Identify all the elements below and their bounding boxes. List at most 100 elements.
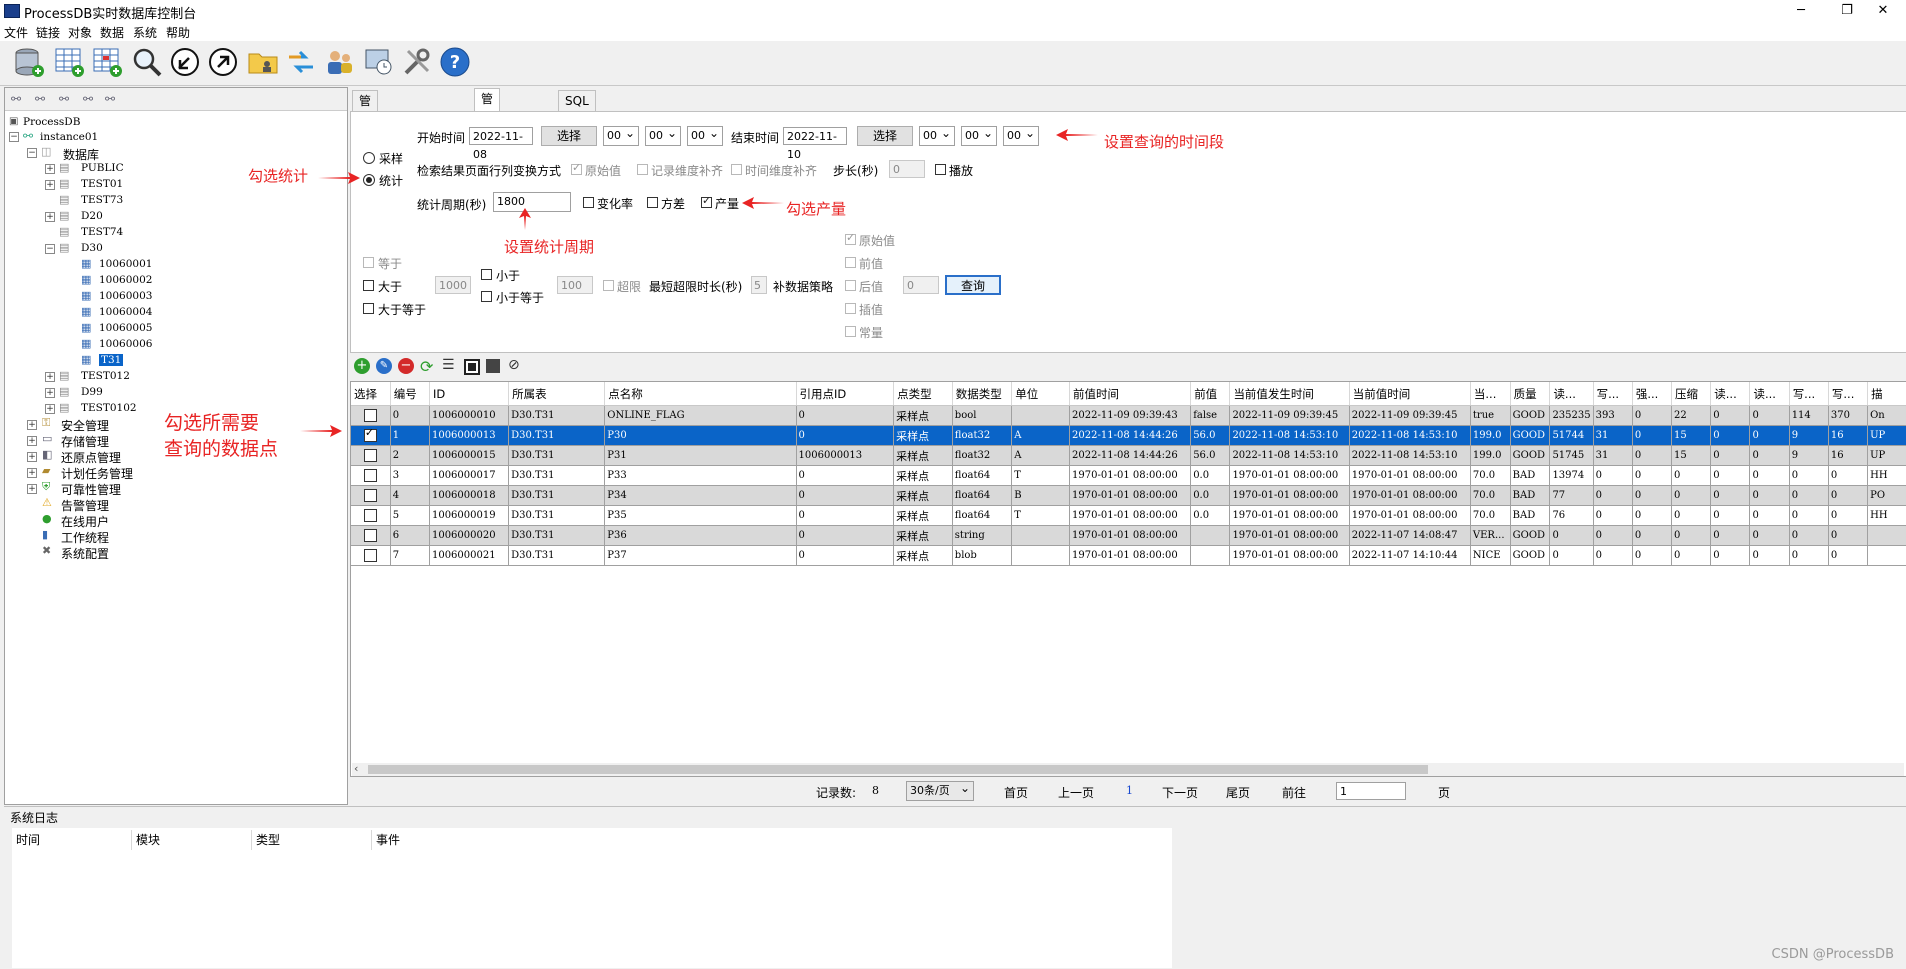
- tree-schema-test74[interactable]: TEST74: [81, 226, 123, 238]
- opt-raw-checkbox[interactable]: [571, 161, 582, 175]
- col-header[interactable]: 压缩: [1671, 382, 1712, 406]
- expand-toggle[interactable]: +: [27, 420, 37, 430]
- col-header[interactable]: 当前值发生时间: [1229, 382, 1350, 406]
- col-header[interactable]: 数据类型: [952, 382, 1013, 406]
- col-header[interactable]: 写...: [1789, 382, 1829, 406]
- last-page-link[interactable]: 尾页: [1226, 784, 1250, 801]
- goto-page-input[interactable]: 1: [1336, 782, 1406, 800]
- row-select-cell[interactable]: [351, 425, 391, 446]
- table-row[interactable]: 6 1006000020 D30.T31 P36 0 采样点 string 1970-01-0…: [351, 525, 1906, 546]
- col-header[interactable]: 单位: [1011, 382, 1071, 406]
- fill-raw-checkbox[interactable]: [845, 231, 856, 245]
- edit-row-icon[interactable]: ✎: [376, 358, 392, 374]
- tree-instance[interactable]: instance01: [40, 131, 98, 143]
- le-checkbox[interactable]: [481, 291, 492, 302]
- col-header[interactable]: 质量: [1510, 382, 1551, 406]
- output-checkbox[interactable]: [701, 194, 712, 208]
- tree-table[interactable]: 10060004: [99, 306, 152, 318]
- col-header[interactable]: 读...: [1710, 382, 1751, 406]
- start-second-select[interactable]: 00: [687, 124, 723, 146]
- help-icon[interactable]: ?: [438, 45, 472, 79]
- lt-input[interactable]: 100: [557, 276, 593, 294]
- tree-security[interactable]: 安全管理: [61, 417, 109, 434]
- menu-object[interactable]: 对象: [68, 24, 92, 41]
- col-header[interactable]: 写...: [1593, 382, 1633, 406]
- tree-table[interactable]: 10060003: [99, 290, 152, 302]
- folder-users-icon[interactable]: [246, 45, 280, 79]
- row-select-checkbox[interactable]: [363, 489, 377, 502]
- menu-system[interactable]: 系统: [133, 24, 157, 41]
- menu-file[interactable]: 文件: [4, 24, 28, 41]
- row-select-checkbox[interactable]: [363, 469, 377, 482]
- import-icon[interactable]: [168, 45, 202, 79]
- end-select-button[interactable]: 选择: [857, 126, 913, 146]
- col-header[interactable]: 选择: [351, 382, 391, 406]
- menu-link[interactable]: 链接: [36, 24, 60, 41]
- add-database-icon[interactable]: [12, 45, 46, 79]
- col-header[interactable]: 读...: [1749, 382, 1790, 406]
- scroll-thumb[interactable]: [368, 765, 1428, 774]
- period-input[interactable]: 1800: [493, 192, 571, 212]
- row-select-cell[interactable]: [351, 525, 391, 546]
- expand-toggle[interactable]: +: [27, 452, 37, 462]
- log-col-event[interactable]: 事件: [372, 830, 1172, 850]
- row-select-cell[interactable]: [351, 505, 391, 526]
- row-select-checkbox[interactable]: [363, 549, 377, 562]
- table-row[interactable]: 7 1006000021 D30.T31 P37 0 采样点 blob 1970-01-01 …: [351, 545, 1906, 566]
- row-select-checkbox[interactable]: [363, 409, 377, 422]
- start-select-button[interactable]: 选择: [541, 126, 597, 146]
- gt-input[interactable]: 1000: [435, 276, 471, 294]
- col-header[interactable]: 点名称: [604, 382, 797, 406]
- fill-next-input[interactable]: 0: [903, 276, 939, 294]
- row-select-checkbox[interactable]: [363, 449, 377, 462]
- expand-toggle[interactable]: +: [45, 212, 55, 222]
- export-grid-icon[interactable]: ⊘: [508, 357, 520, 373]
- start-hour-select[interactable]: 00: [603, 124, 639, 146]
- expand-toggle[interactable]: +: [45, 164, 55, 174]
- col-header[interactable]: 前值时间: [1069, 382, 1192, 406]
- first-page-link[interactable]: 首页: [1004, 784, 1028, 801]
- tools-icon[interactable]: [400, 45, 434, 79]
- export-icon[interactable]: [206, 45, 240, 79]
- tree-schema-d20[interactable]: D20: [81, 210, 103, 222]
- col-header[interactable]: 写...: [1828, 382, 1869, 406]
- table-row[interactable]: 0 1006000010 D30.T31 ONLINE_FLAG 0 采样点 bool 202…: [351, 405, 1906, 426]
- tree-table[interactable]: 10060005: [99, 322, 152, 334]
- tree-restore[interactable]: 还原点管理: [61, 449, 121, 466]
- tree-root[interactable]: ProcessDB: [23, 116, 80, 128]
- col-header[interactable]: ID: [429, 382, 510, 406]
- fill-prev-checkbox[interactable]: [845, 257, 856, 268]
- col-header[interactable]: 引用点ID: [796, 382, 895, 406]
- tree-table[interactable]: 10060006: [99, 338, 152, 350]
- refresh-icon[interactable]: ⟳: [420, 357, 433, 376]
- prev-page-link[interactable]: 上一页: [1058, 784, 1094, 801]
- fill-next-checkbox[interactable]: [845, 280, 856, 291]
- table-row[interactable]: 5 1006000019 D30.T31 P35 0 采样点 float64 T 1970-01…: [351, 505, 1906, 526]
- query-button[interactable]: 查询: [945, 275, 1001, 295]
- log-col-time[interactable]: 时间: [12, 830, 132, 850]
- col-header[interactable]: 描: [1867, 382, 1906, 406]
- tree-schedule[interactable]: 计划任务管理: [61, 465, 133, 482]
- expand-toggle[interactable]: +: [45, 372, 55, 382]
- end-hour-select[interactable]: 00: [919, 124, 955, 146]
- tree-schema-test73[interactable]: TEST73: [81, 194, 123, 206]
- tree-schema-d30[interactable]: D30: [81, 242, 103, 254]
- columns-icon[interactable]: ☰: [442, 357, 455, 373]
- table-row[interactable]: 2 1006000015 D30.T31 P31 1006000013 采样点 float3…: [351, 445, 1906, 466]
- tab-history-data[interactable]: 管理历史数据: [474, 88, 501, 206]
- minimize-button[interactable]: ─: [1778, 0, 1824, 22]
- col-header[interactable]: 所属表: [508, 382, 606, 406]
- tree-schema-public[interactable]: PUBLIC: [81, 162, 124, 174]
- tree-schema-test012[interactable]: TEST012: [81, 370, 130, 382]
- ge-checkbox[interactable]: [363, 303, 374, 314]
- row-select-cell[interactable]: [351, 405, 391, 426]
- col-header[interactable]: 当...: [1470, 382, 1511, 406]
- over-checkbox[interactable]: [603, 280, 614, 291]
- add-row-icon[interactable]: +: [354, 358, 370, 374]
- close-button[interactable]: ✕: [1860, 0, 1906, 22]
- tree-alarm[interactable]: 告警管理: [61, 497, 109, 514]
- row-select-cell[interactable]: [351, 545, 391, 566]
- end-date-input[interactable]: 2022-11-10: [783, 127, 847, 161]
- table-row[interactable]: 4 1006000018 D30.T31 P34 0 采样点 float64 B 1970-01…: [351, 485, 1906, 506]
- menu-data[interactable]: 数据: [100, 24, 124, 41]
